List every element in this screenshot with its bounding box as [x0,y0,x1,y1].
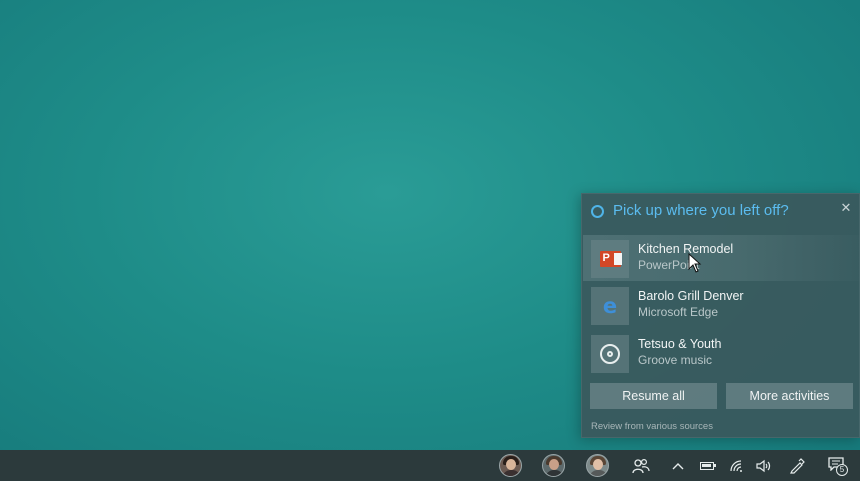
people-icon[interactable] [631,454,651,477]
battery-icon[interactable] [698,454,716,477]
activity-item-barolo-grill[interactable]: e Barolo Grill Denver Microsoft Edge [583,282,860,328]
groove-music-icon [591,335,629,373]
contact-avatar-1[interactable] [499,454,522,477]
notification-count-badge: 5 [836,463,848,476]
edge-icon: e [591,287,629,325]
activity-app-name: PowerPoint [638,258,700,272]
flyout-header: Pick up where you left off? ✕ [582,194,859,230]
activity-item-tetsuo-youth[interactable]: Tetsuo & Youth Groove music [583,330,860,376]
volume-icon[interactable] [755,454,773,477]
cortana-icon [591,205,604,218]
activity-app-name: Groove music [638,353,713,367]
more-activities-button[interactable]: More activities [726,383,853,409]
activity-flyout: Pick up where you left off? ✕ P Kitchen … [581,193,860,438]
flyout-title: Pick up where you left off? [613,202,789,219]
activity-app-name: Microsoft Edge [638,305,719,319]
powerpoint-icon: P [591,240,629,278]
activity-title: Tetsuo & Youth [638,337,722,351]
show-hidden-icons-chevron-up-icon[interactable] [670,454,686,477]
pen-workspace-icon[interactable] [788,454,806,477]
contact-avatar-2[interactable] [542,454,565,477]
activity-item-kitchen-remodel[interactable]: P Kitchen Remodel PowerPoint [583,235,860,281]
close-button[interactable]: ✕ [839,201,853,215]
action-center-icon[interactable]: 5 [826,454,850,477]
activity-title: Barolo Grill Denver [638,289,744,303]
activity-title: Kitchen Remodel [638,242,734,256]
contact-avatar-3[interactable] [586,454,609,477]
footer-note: Review from various sources [591,421,713,432]
wifi-icon[interactable] [728,454,746,477]
taskbar: 5 [0,450,860,481]
resume-all-button[interactable]: Resume all [590,383,717,409]
